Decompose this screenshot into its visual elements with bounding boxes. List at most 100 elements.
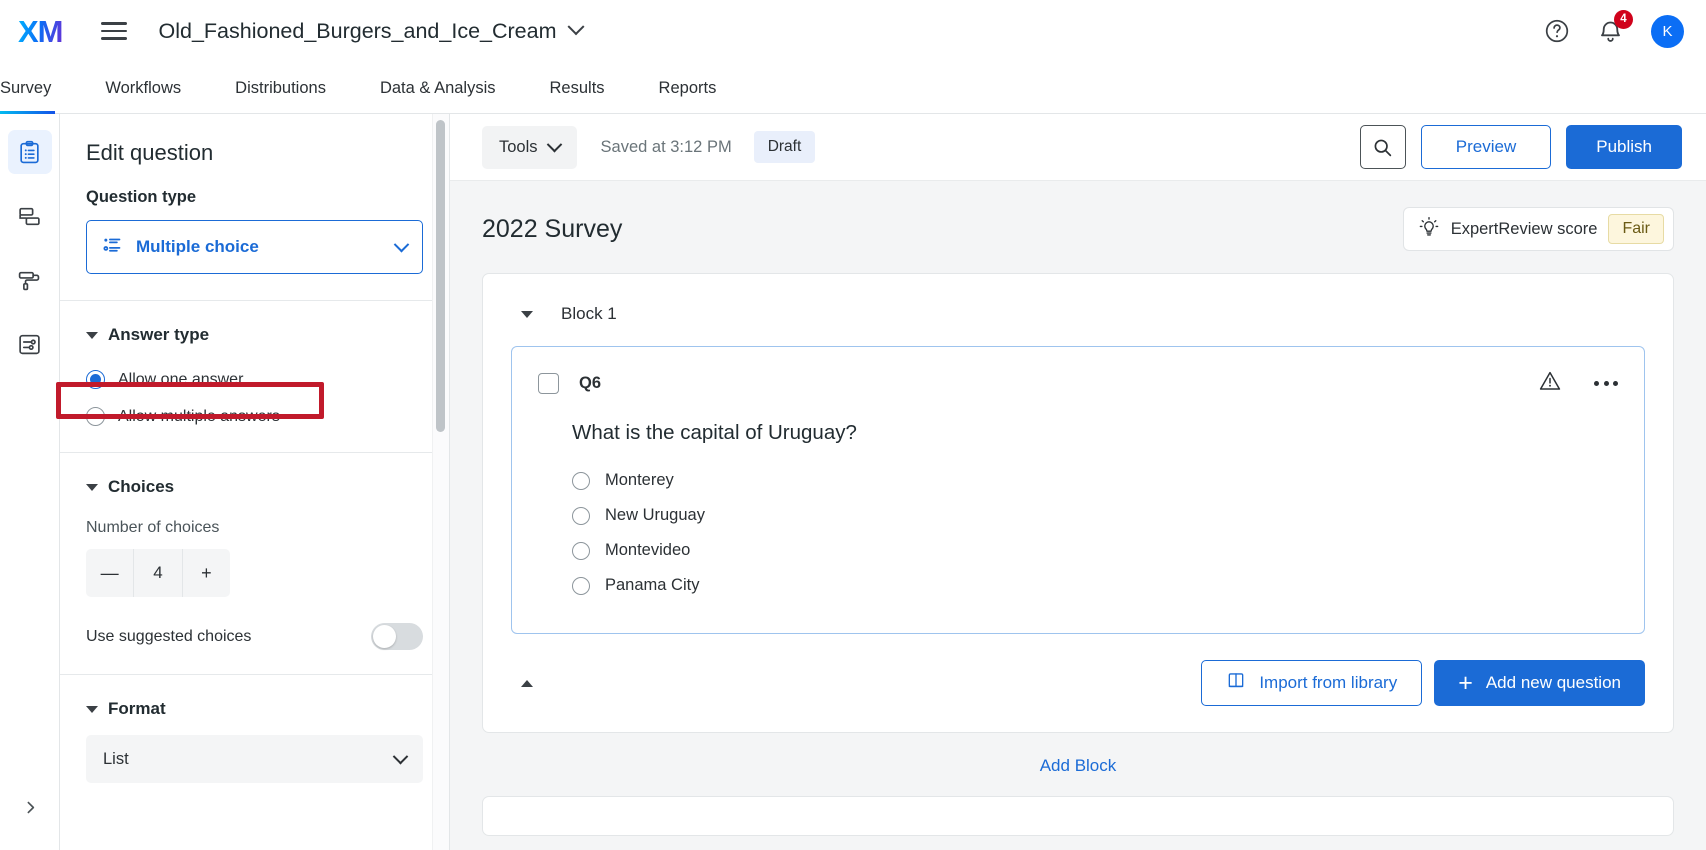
question-choice-1[interactable]: Monterey — [538, 463, 1618, 498]
expand-panel-button[interactable] — [0, 799, 60, 816]
format-select[interactable]: List — [86, 735, 423, 783]
survey-options-icon[interactable] — [8, 322, 52, 366]
block-card: Block 1 Q6 — [482, 273, 1674, 733]
choice-label: New Uruguay — [605, 506, 705, 525]
saved-status-text: Saved at 3:12 PM — [601, 138, 732, 157]
caret-up-icon[interactable] — [521, 680, 533, 687]
survey-builder-icon[interactable] — [8, 130, 52, 174]
use-suggested-choices-label: Use suggested choices — [86, 628, 251, 646]
radio-icon — [572, 507, 590, 525]
page-title: 2022 Survey — [482, 215, 622, 244]
choice-label: Montevideo — [605, 541, 690, 560]
expert-review-score-badge: Fair — [1608, 214, 1664, 244]
project-title-dropdown[interactable]: Old_Fashioned_Burgers_and_Ice_Cream — [159, 19, 582, 44]
editor-toolbar: Tools Saved at 3:12 PM Draft Preview — [450, 114, 1706, 181]
caret-down-icon — [86, 332, 98, 339]
use-suggested-choices-row: Use suggested choices — [86, 597, 423, 674]
format-value: List — [103, 750, 129, 769]
look-and-feel-icon[interactable] — [8, 258, 52, 302]
block-header: Block 1 — [483, 296, 1673, 346]
plus-icon: + — [1458, 671, 1473, 696]
chevron-down-icon — [394, 236, 410, 252]
survey-flow-icon[interactable] — [8, 194, 52, 238]
project-title-label: Old_Fashioned_Burgers_and_Ice_Cream — [159, 19, 557, 44]
xm-logo[interactable]: XM — [18, 16, 65, 47]
answer-type-section-header[interactable]: Answer type — [86, 301, 423, 361]
block-name[interactable]: Block 1 — [561, 304, 617, 324]
use-suggested-choices-toggle[interactable] — [371, 623, 423, 650]
caret-down-icon — [86, 706, 98, 713]
chevron-down-icon — [393, 748, 409, 764]
question-type-value: Multiple choice — [136, 237, 259, 257]
question-card[interactable]: Q6 — [511, 346, 1645, 634]
choice-label: Monterey — [605, 471, 674, 490]
radio-allow-one-answer[interactable]: Allow one answer — [86, 361, 423, 398]
tab-survey[interactable]: Survey — [0, 79, 51, 113]
notifications-button[interactable]: 4 — [1597, 18, 1624, 45]
question-text[interactable]: What is the capital of Uruguay? — [572, 421, 1618, 445]
question-choice-2[interactable]: New Uruguay — [538, 498, 1618, 533]
import-from-library-button[interactable]: Import from library — [1201, 660, 1422, 706]
search-button[interactable] — [1360, 125, 1406, 169]
radio-icon — [572, 472, 590, 490]
help-button[interactable] — [1544, 18, 1570, 44]
question-choice-4[interactable]: Panama City — [538, 568, 1618, 603]
choices-section-header[interactable]: Choices — [86, 453, 423, 513]
survey-canvas: 2022 Survey ExpertReview score Fair — [450, 181, 1706, 850]
question-type-select[interactable]: Multiple choice — [86, 220, 423, 274]
tab-reports[interactable]: Reports — [659, 79, 717, 113]
main-nav-tabs: Survey Workflows Distributions Data & An… — [0, 62, 1706, 114]
caret-down-icon — [86, 484, 98, 491]
increment-button[interactable]: + — [183, 549, 230, 597]
hamburger-icon[interactable] — [101, 17, 127, 44]
panel-scrollbar-thumb[interactable] — [436, 120, 445, 432]
choices-label: Choices — [108, 477, 174, 497]
format-label: Format — [108, 699, 166, 719]
question-id: Q6 — [579, 374, 601, 393]
block-footer-actions: Import from library + Add new question — [1201, 660, 1645, 706]
radio-allow-multiple-answers-label: Allow multiple answers — [118, 408, 280, 426]
lightbulb-icon — [1418, 216, 1440, 243]
format-section-header[interactable]: Format — [86, 675, 423, 735]
radio-allow-multiple-answers[interactable]: Allow multiple answers — [86, 398, 423, 452]
question-choice-3[interactable]: Montevideo — [538, 533, 1618, 568]
canvas-header: 2022 Survey ExpertReview score Fair — [482, 181, 1674, 273]
main-content: Tools Saved at 3:12 PM Draft Preview — [450, 114, 1706, 850]
radio-icon-unselected — [86, 407, 105, 426]
add-new-question-button[interactable]: + Add new question — [1434, 660, 1645, 706]
tab-results[interactable]: Results — [550, 79, 605, 113]
choice-label: Panama City — [605, 576, 699, 595]
radio-icon — [572, 542, 590, 560]
question-card-header: Q6 — [538, 369, 1618, 398]
notification-badge: 4 — [1614, 10, 1633, 29]
book-icon — [1226, 671, 1246, 696]
panel-title: Edit question — [86, 114, 423, 188]
top-header: XM Old_Fashioned_Burgers_and_Ice_Cream — [0, 0, 1706, 62]
question-select-checkbox[interactable] — [538, 373, 559, 394]
expert-review-label: ExpertReview score — [1451, 220, 1598, 239]
expert-review-score-chip[interactable]: ExpertReview score Fair — [1403, 207, 1674, 251]
choices-count-value[interactable]: 4 — [134, 549, 182, 597]
radio-icon-selected — [86, 370, 105, 389]
radio-allow-one-answer-label: Allow one answer — [118, 371, 243, 389]
qualtrics-survey-editor: XM Old_Fashioned_Burgers_and_Ice_Cream — [0, 0, 1706, 850]
left-icon-rail — [0, 114, 60, 850]
tab-workflows[interactable]: Workflows — [105, 79, 181, 113]
question-type-label: Question type — [86, 188, 423, 207]
publish-button[interactable]: Publish — [1566, 125, 1682, 169]
preview-button[interactable]: Preview — [1421, 125, 1551, 169]
tab-distributions[interactable]: Distributions — [235, 79, 326, 113]
editor-body: Edit question Question type Multiple cho… — [0, 114, 1706, 850]
avatar[interactable]: K — [1651, 15, 1684, 48]
tools-dropdown-button[interactable]: Tools — [482, 126, 577, 169]
ellipsis-icon[interactable] — [1594, 381, 1618, 386]
add-block-button[interactable]: Add Block — [482, 733, 1674, 796]
toolbar-actions: Preview Publish — [1360, 125, 1682, 169]
warning-triangle-icon[interactable] — [1538, 369, 1562, 398]
next-block-card[interactable] — [482, 796, 1674, 836]
tools-label: Tools — [499, 138, 538, 157]
radio-icon — [572, 577, 590, 595]
tab-data-and-analysis[interactable]: Data & Analysis — [380, 79, 496, 113]
decrement-button[interactable]: — — [86, 549, 134, 597]
caret-down-icon[interactable] — [521, 311, 533, 318]
